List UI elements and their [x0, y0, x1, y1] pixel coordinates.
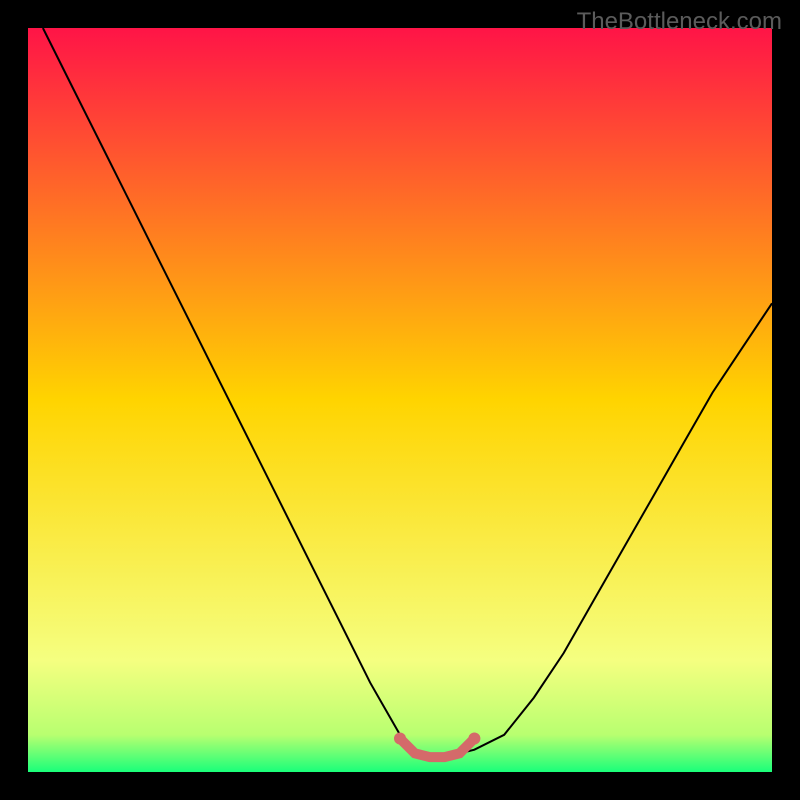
marker-optimal-start [394, 733, 406, 745]
chart-background [28, 28, 772, 772]
watermark-text: TheBottleneck.com [577, 8, 782, 36]
marker-optimal-end [468, 733, 480, 745]
chart-svg [28, 28, 772, 772]
chart-plot [28, 28, 772, 772]
